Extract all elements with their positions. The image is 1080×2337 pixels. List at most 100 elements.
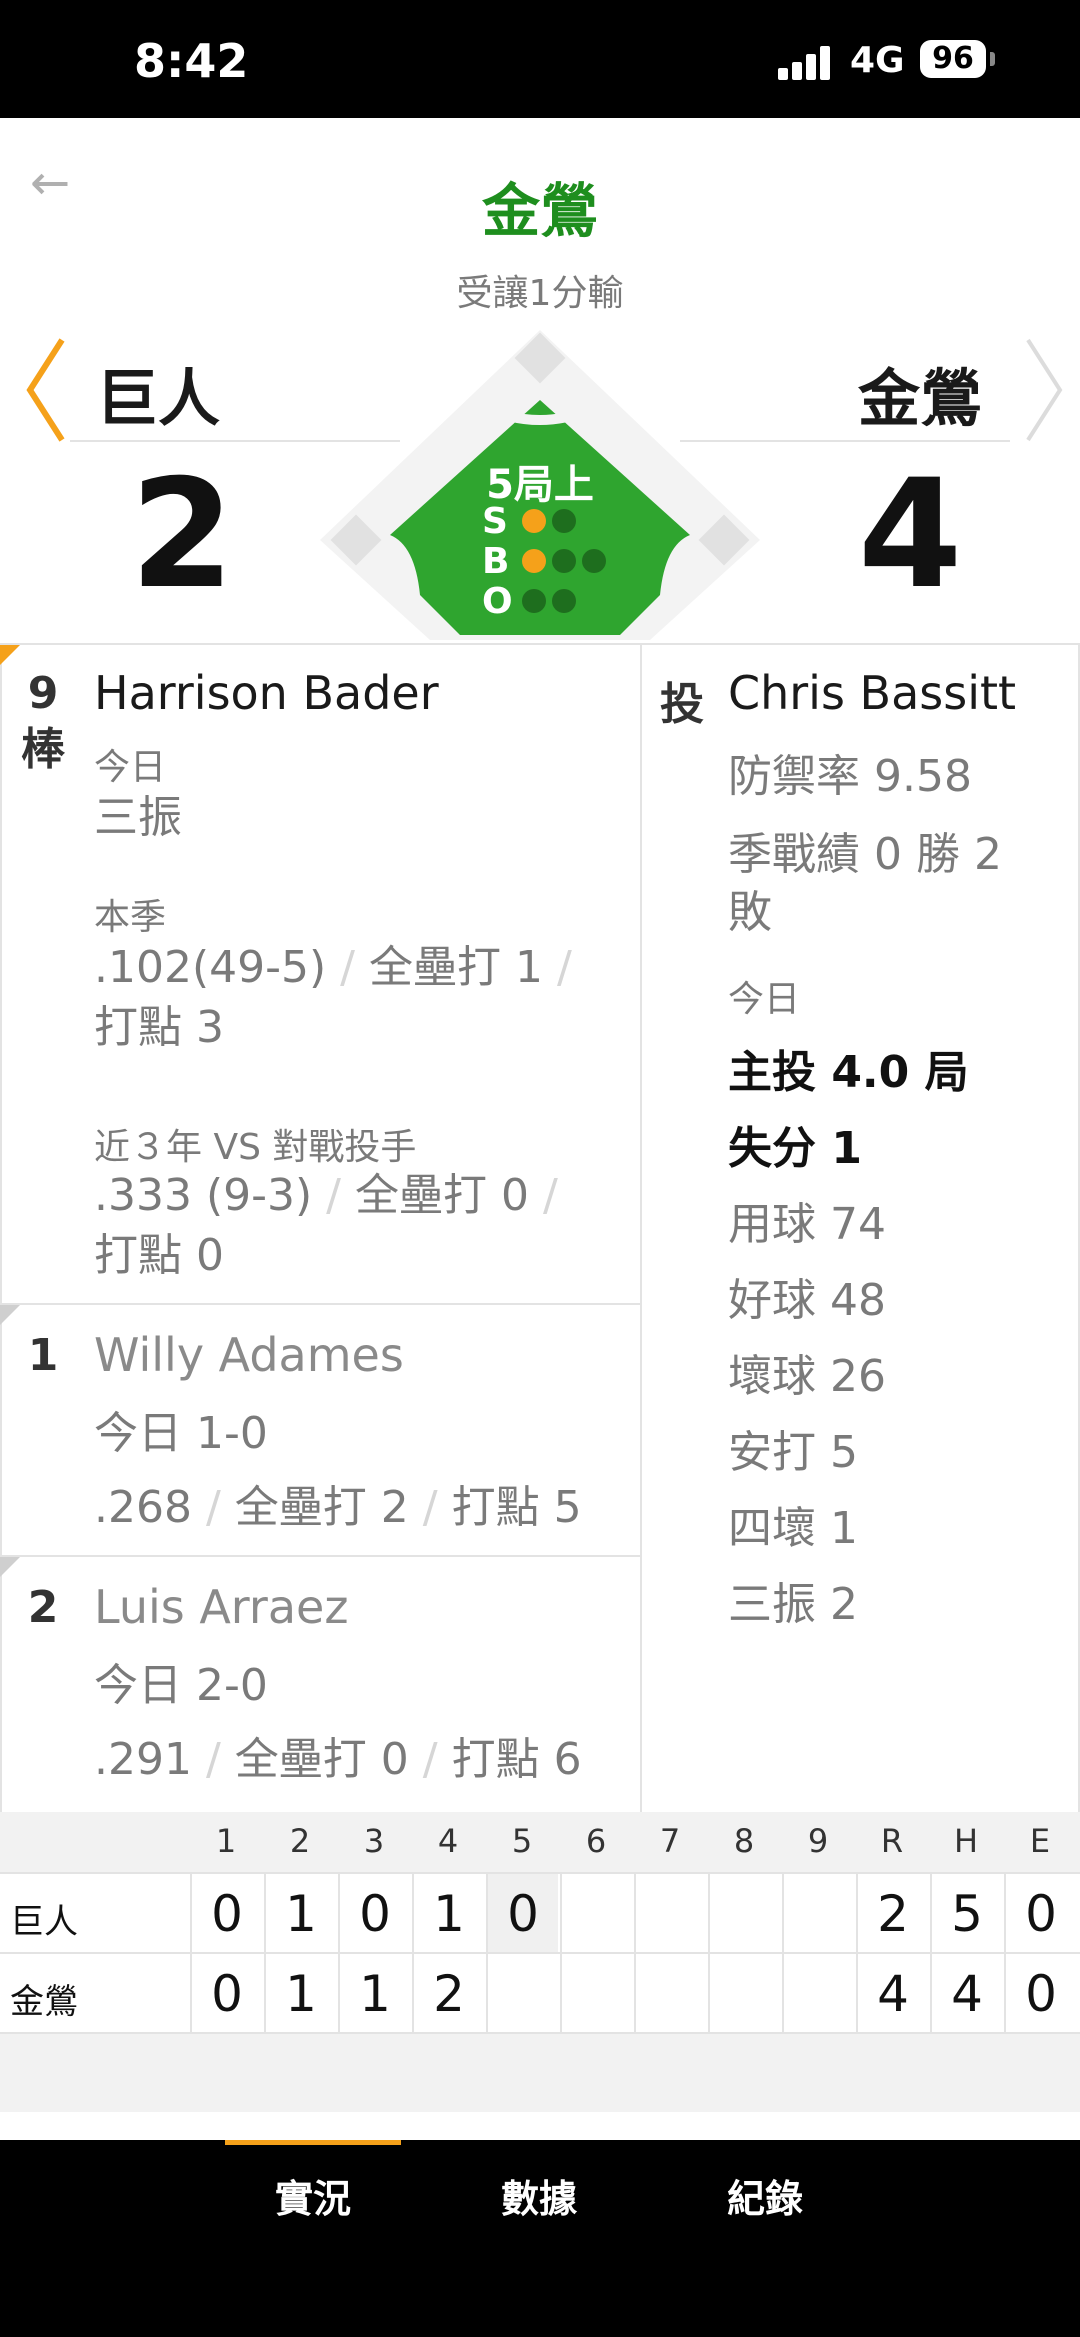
line-score-cell bbox=[634, 1954, 706, 2032]
line-score-header: 7 bbox=[659, 1822, 681, 1860]
inning-label: 5局上 bbox=[486, 462, 594, 508]
vs-label: 近３年 VS 對戰投手 bbox=[94, 1127, 417, 1168]
batter-divider-1 bbox=[0, 1303, 640, 1305]
line-score-cell bbox=[560, 1954, 632, 2032]
batter-hr: 全壘打 0 bbox=[234, 1734, 409, 1785]
batter-avg: .291 bbox=[94, 1734, 192, 1785]
batter-divider-2 bbox=[0, 1555, 640, 1557]
pitcher-record-line1: 季戰績 0 勝 2 bbox=[728, 829, 1002, 880]
line-score-divider bbox=[0, 1952, 1080, 1954]
line-score-cell: 4 bbox=[856, 1954, 928, 2032]
pitcher-era: 防禦率 9.58 bbox=[728, 751, 972, 802]
tab-stats[interactable]: 數據 bbox=[459, 2168, 619, 2223]
pitcher-stat: 用球 74 bbox=[728, 1199, 886, 1250]
season-avg: .102(49-5) bbox=[94, 942, 327, 993]
line-score-header: 3 bbox=[363, 1822, 385, 1860]
line-score-cell: 1 bbox=[264, 1874, 336, 1952]
pitcher-label: 投 bbox=[660, 679, 704, 730]
ball-dot bbox=[522, 549, 546, 573]
out-label: O bbox=[482, 580, 513, 622]
batter-order: 1 bbox=[27, 1330, 59, 1381]
panel-top-divider bbox=[0, 643, 1080, 645]
status-time: 8:42 bbox=[134, 34, 249, 88]
line-score-header: 6 bbox=[585, 1822, 607, 1860]
out-dot bbox=[552, 589, 576, 613]
batter-today: 今日 2-0 bbox=[94, 1660, 268, 1711]
line-score-header: R bbox=[880, 1822, 904, 1860]
out-count: O bbox=[482, 581, 582, 622]
strike-count: S bbox=[482, 501, 582, 542]
battery-icon: 96 bbox=[920, 40, 986, 78]
season-rbi: 打點 3 bbox=[94, 1002, 224, 1053]
line-score-header: 1 bbox=[215, 1822, 237, 1860]
line-score-header: H bbox=[953, 1822, 979, 1860]
pitcher-stat: 安打 5 bbox=[728, 1427, 858, 1478]
line-score-divider bbox=[0, 1872, 1080, 1874]
active-tab-indicator bbox=[225, 2140, 401, 2145]
pitcher-stat: 三振 2 bbox=[728, 1579, 858, 1630]
batter-name[interactable]: Willy Adames bbox=[94, 1328, 404, 1382]
ball-count: B bbox=[482, 541, 612, 582]
vs-stats: .333 (9-3) / 全壘打 0 / 打點 0 bbox=[94, 1170, 558, 1281]
pitcher-stat: 失分 1 bbox=[728, 1123, 862, 1174]
vs-rbi: 打點 0 bbox=[94, 1230, 224, 1281]
line-score-header: 4 bbox=[437, 1822, 459, 1860]
battery-tip bbox=[990, 52, 995, 66]
status-bar: 8:42 4G 96 bbox=[0, 0, 1080, 118]
away-team-name: 巨人 bbox=[96, 362, 221, 435]
batter-order-number: 9 bbox=[27, 668, 59, 719]
batter-marker bbox=[0, 1305, 20, 1325]
batter-season-stats: .291 / 全壘打 0 / 打點 6 bbox=[94, 1734, 582, 1785]
today-label: 今日 bbox=[94, 747, 167, 788]
line-score-cell: 0 bbox=[190, 1954, 262, 2032]
batter-rbi: 打點 5 bbox=[451, 1482, 582, 1533]
line-score-header: E bbox=[1029, 1822, 1051, 1860]
current-batter-name[interactable]: Harrison Bader bbox=[94, 666, 439, 720]
panel-left-edge bbox=[0, 643, 2, 1813]
line-score-cell bbox=[634, 1874, 706, 1952]
pitcher-stat: 好球 48 bbox=[728, 1275, 886, 1326]
batter-rbi: 打點 6 bbox=[451, 1734, 582, 1785]
line-score-cell: 2 bbox=[412, 1954, 484, 2032]
tab-log[interactable]: 紀錄 bbox=[685, 2168, 845, 2223]
line-score-cell: 5 bbox=[930, 1874, 1002, 1952]
line-score-cell bbox=[782, 1954, 854, 2032]
signal-icon bbox=[778, 44, 838, 80]
batter-name[interactable]: Luis Arraez bbox=[94, 1580, 348, 1634]
line-score-cell: 1 bbox=[412, 1874, 484, 1952]
tab-live[interactable]: 實況 bbox=[233, 2168, 393, 2223]
line-score-header: 5 bbox=[511, 1822, 533, 1860]
vs-avg: .333 (9-3) bbox=[94, 1170, 313, 1221]
current-batter-marker bbox=[0, 645, 20, 665]
next-team-chevron-icon[interactable] bbox=[1018, 335, 1068, 445]
pitcher-name[interactable]: Chris Bassitt bbox=[728, 666, 1016, 720]
line-score-cell: 2 bbox=[856, 1874, 928, 1952]
batter-avg: .268 bbox=[94, 1482, 192, 1533]
season-stats: .102(49-5) / 全壘打 1 / 打點 3 bbox=[94, 942, 572, 1053]
line-score-header: 2 bbox=[289, 1822, 311, 1860]
line-score-header: 8 bbox=[733, 1822, 755, 1860]
strike-label: S bbox=[482, 500, 508, 542]
line-score-cell bbox=[782, 1874, 854, 1952]
ball-dot bbox=[552, 549, 576, 573]
pitcher-stat: 壞球 26 bbox=[728, 1351, 886, 1402]
batter-hr: 全壘打 2 bbox=[234, 1482, 409, 1533]
batter-order: 2 bbox=[27, 1582, 59, 1633]
batter-order-suffix: 棒 bbox=[21, 724, 65, 775]
batter-order: 9 棒 bbox=[20, 666, 66, 778]
line-score-cell: 0 bbox=[486, 1874, 558, 1952]
pitcher-stat: 四壞 1 bbox=[728, 1503, 858, 1554]
prev-team-chevron-icon[interactable] bbox=[22, 335, 72, 445]
line-score-cell bbox=[708, 1954, 780, 2032]
line-score-cell bbox=[708, 1874, 780, 1952]
line-score-team: 巨人 bbox=[10, 1902, 78, 1942]
strike-dot bbox=[522, 509, 546, 533]
pitcher-stat: 主投 4.0 局 bbox=[728, 1047, 969, 1098]
today-result: 三振 bbox=[94, 792, 182, 843]
line-score-cell: 1 bbox=[338, 1954, 410, 2032]
line-score-cell: 0 bbox=[338, 1874, 410, 1952]
line-score-cell: 4 bbox=[930, 1954, 1002, 2032]
strike-dot bbox=[552, 509, 576, 533]
line-score-cell: 0 bbox=[1004, 1874, 1076, 1952]
line-score-cell: 0 bbox=[190, 1874, 262, 1952]
